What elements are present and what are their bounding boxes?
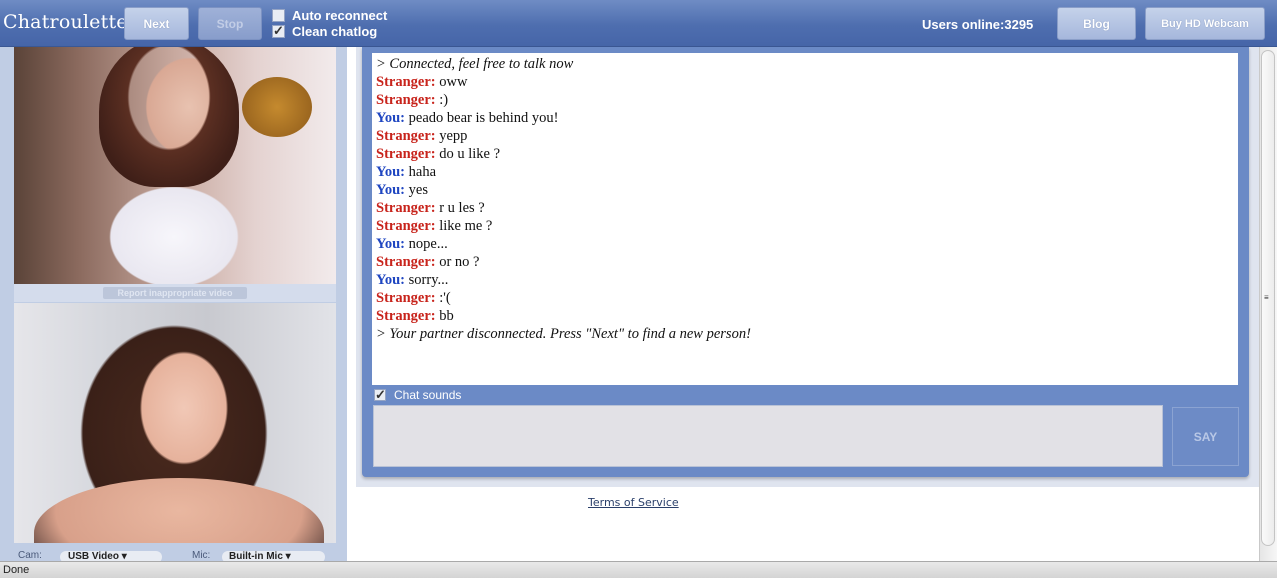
chat-message-text: yepp [439,128,468,144]
chat-sounds-label: Chat sounds [394,388,462,402]
cam-label: Cam: [18,550,42,561]
chat-message-text: > Your partner disconnected. Press "Next… [376,326,751,342]
speaker-you: You: [376,236,406,252]
page-scrollbar[interactable]: ≡ [1259,47,1277,561]
chat-message-text: > Connected, feel free to talk now [376,56,574,72]
chat-message-text: haha [408,164,437,180]
speaker-stranger: Stranger: [376,254,436,270]
clean-chatlog-label: Clean chatlog [292,24,378,39]
chat-message-text: peado bear is behind you! [408,110,559,126]
chat-message: Stranger: do u like ? [376,145,1234,163]
chat-message: Stranger: bb [376,307,1234,325]
clean-chatlog-checkbox[interactable] [272,23,285,39]
auto-reconnect-option[interactable]: Auto reconnect [272,8,387,23]
chat-message: Stranger: yepp [376,127,1234,145]
next-button[interactable]: Next [124,7,189,40]
chat-message: Stranger: :) [376,91,1234,109]
self-video-image [34,478,324,543]
buy-hd-webcam-button[interactable]: Buy HD Webcam [1145,7,1265,40]
chat-sounds-option[interactable]: Chat sounds [374,387,462,403]
chat-system-message: > Your partner disconnected. Press "Next… [376,325,1234,343]
chat-message-text: do u like ? [439,146,501,162]
terms-of-service-link[interactable]: Terms of Service [588,496,679,509]
chat-message: You: yes [376,181,1234,199]
speaker-stranger: Stranger: [376,308,436,324]
chat-message: You: haha [376,163,1234,181]
top-bar: Chatroulette Next Stop Auto reconnect Cl… [0,0,1277,47]
mic-label: Mic: [192,550,211,561]
chat-message-text: r u les ? [439,200,485,216]
video-column: Report inappropriate video Cam: USB Vide… [0,47,347,563]
chat-log: > Connected, feel free to talk now Strang… [372,53,1238,385]
logo: Chatroulette [3,11,128,33]
speaker-stranger: Stranger: [376,74,436,90]
speaker-stranger: Stranger: [376,218,436,234]
chat-panel: > Connected, feel free to talk now Strang… [356,47,1259,487]
speaker-stranger: Stranger: [376,200,436,216]
chat-message: You: nope... [376,235,1234,253]
chat-message: You: peado bear is behind you! [376,109,1234,127]
teddy-bear-image [242,77,312,137]
say-button[interactable]: SAY [1172,407,1239,466]
chat-system-message: > Connected, feel free to talk now [376,55,1234,73]
chat-message-text: nope... [408,236,448,252]
chat-message-text: yes [408,182,428,198]
stranger-video [14,47,336,284]
clean-chatlog-option[interactable]: Clean chatlog [272,23,378,39]
users-online-count: Users online:3295 [922,17,1034,32]
chat-message: Stranger: r u les ? [376,199,1234,217]
chat-message: Stranger: or no ? [376,253,1234,271]
speaker-you: You: [376,164,406,180]
report-bar: Report inappropriate video [14,284,336,302]
chat-message-text: like me ? [439,218,493,234]
blog-button[interactable]: Blog [1057,7,1136,40]
chat-message-text: or no ? [439,254,480,270]
speaker-you: You: [376,182,406,198]
speaker-stranger: Stranger: [376,146,436,162]
auto-reconnect-label: Auto reconnect [292,8,388,23]
chat-message: Stranger: like me ? [376,217,1234,235]
chat-message-text: bb [439,308,454,324]
chat-box: > Connected, feel free to talk now Strang… [362,47,1249,477]
chat-message-text: :) [439,92,449,108]
speaker-stranger: Stranger: [376,92,436,108]
chat-message-text: oww [439,74,468,90]
stop-button[interactable]: Stop [198,7,262,40]
auto-reconnect-checkbox[interactable] [272,9,285,22]
scrollbar-grip-icon: ≡ [1264,293,1269,302]
chat-message-text: :'( [439,290,451,306]
speaker-you: You: [376,110,406,126]
self-video [14,303,336,543]
chat-sounds-checkbox[interactable] [374,387,386,403]
speaker-stranger: Stranger: [376,290,436,306]
message-input[interactable] [373,405,1163,467]
chat-message: Stranger: oww [376,73,1234,91]
chat-message: You: sorry... [376,271,1234,289]
stranger-video-image [99,47,239,187]
speaker-stranger: Stranger: [376,128,436,144]
chat-message-text: sorry... [408,272,449,288]
device-selectors: Cam: USB Video ▾ Mic: Built-in Mic ▾ [0,548,347,563]
chat-message: Stranger: :'( [376,289,1234,307]
speaker-you: You: [376,272,406,288]
status-bar: Done [0,561,1277,578]
report-video-link[interactable]: Report inappropriate video [103,287,247,299]
